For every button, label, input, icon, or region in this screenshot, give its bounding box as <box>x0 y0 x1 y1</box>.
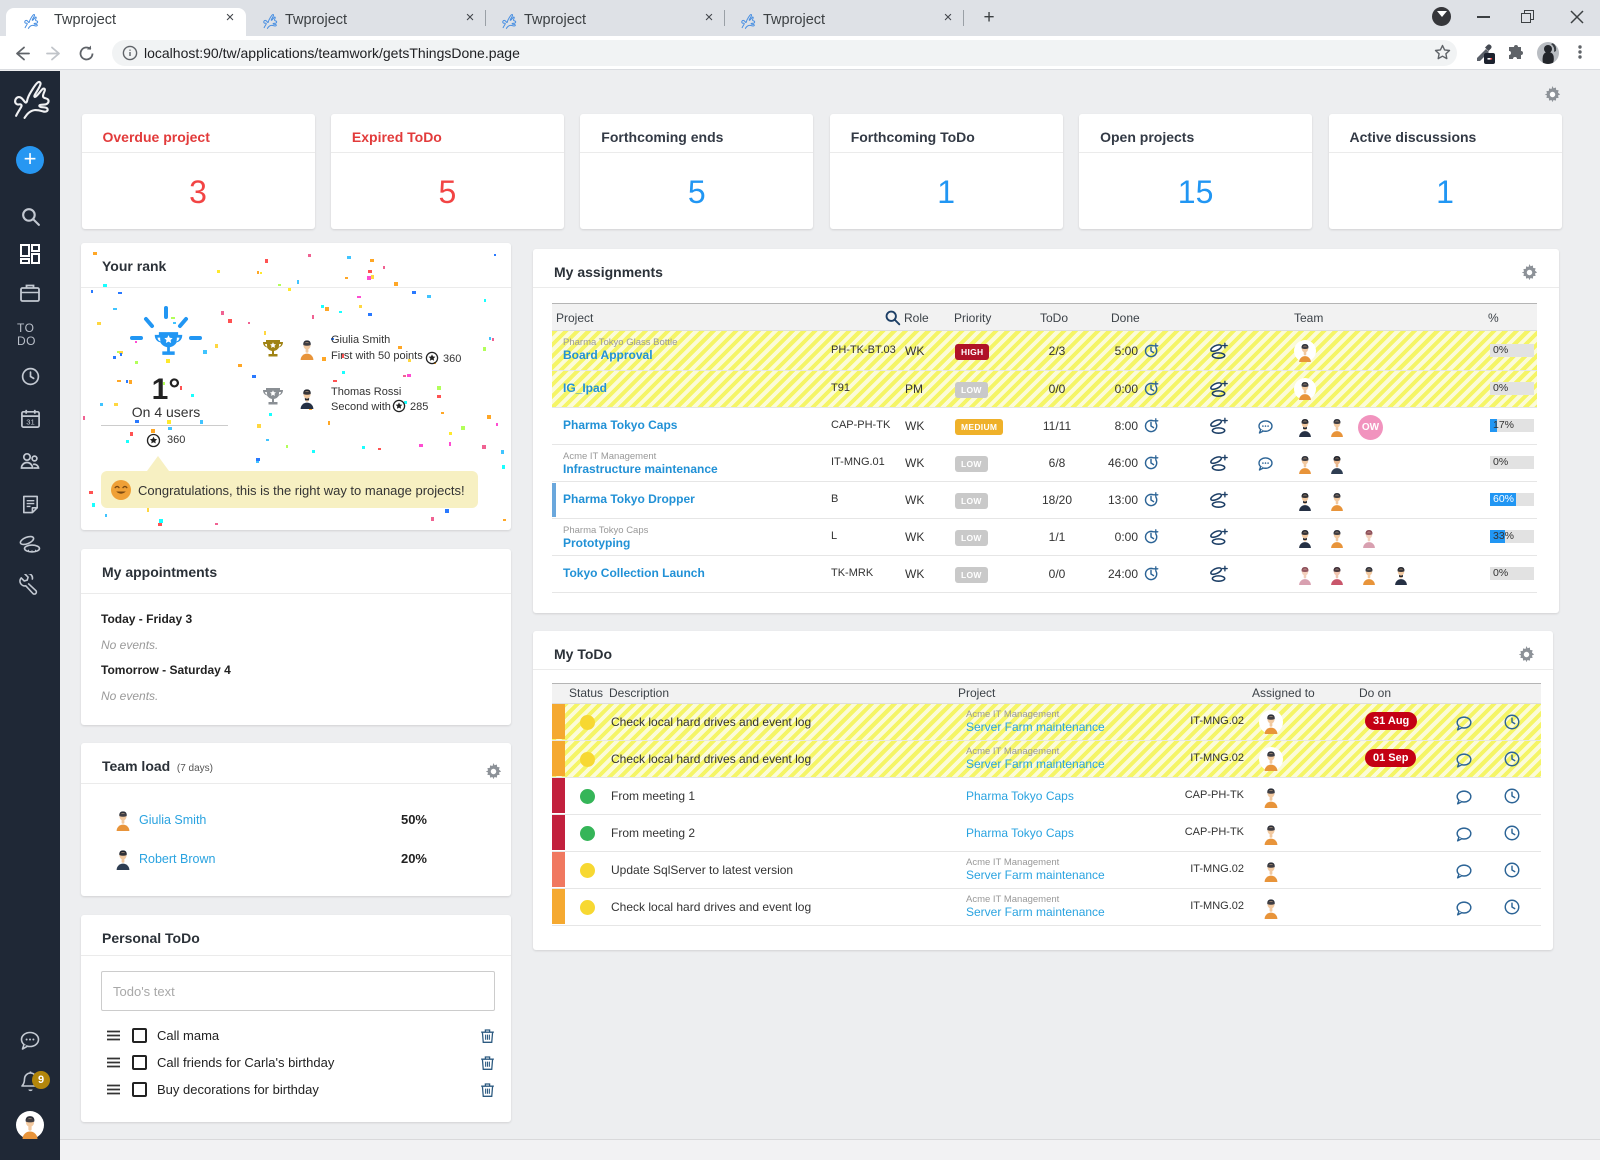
svg-text:31: 31 <box>26 418 34 427</box>
